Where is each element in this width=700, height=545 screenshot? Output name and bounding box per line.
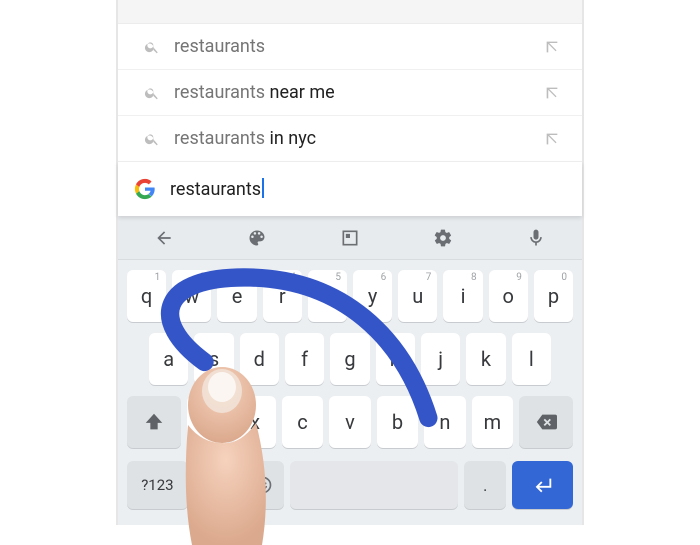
suggestion-item[interactable]: restaurants — [118, 24, 582, 70]
key-k[interactable]: k — [466, 333, 505, 385]
key-l[interactable]: l — [512, 333, 551, 385]
suggestion-text: restaurants near me — [166, 82, 538, 103]
key-y[interactable]: y6 — [353, 270, 392, 322]
key-i[interactable]: i8 — [443, 270, 482, 322]
mic-icon[interactable] — [516, 228, 556, 248]
period-key[interactable]: . — [464, 461, 506, 509]
search-icon — [138, 85, 166, 101]
key-x[interactable]: x — [234, 396, 275, 448]
keyboard: q1w2e3r4t5y6u7i8o9p0 asdfghjkl zxcvbnm ?… — [118, 260, 582, 525]
gear-icon[interactable] — [423, 228, 463, 248]
key-j[interactable]: j — [421, 333, 460, 385]
key-p[interactable]: p0 — [534, 270, 573, 322]
key-a[interactable]: a — [149, 333, 188, 385]
key-b[interactable]: b — [377, 396, 418, 448]
key-r[interactable]: r4 — [263, 270, 302, 322]
symbols-key[interactable]: ?123 — [127, 461, 188, 509]
search-bar[interactable]: restaurants — [118, 162, 582, 216]
square-icon[interactable] — [330, 228, 370, 248]
key-u[interactable]: u7 — [398, 270, 437, 322]
status-bar — [118, 0, 582, 24]
key-row-2: asdfghjkl — [124, 327, 576, 390]
palette-icon[interactable] — [237, 228, 277, 248]
google-logo-icon — [134, 178, 156, 200]
key-s[interactable]: s — [194, 333, 233, 385]
key-h[interactable]: h — [376, 333, 415, 385]
key-w[interactable]: w2 — [172, 270, 211, 322]
search-icon — [138, 131, 166, 147]
space-key[interactable] — [290, 461, 458, 509]
search-input[interactable]: restaurants — [170, 178, 264, 200]
key-row-4: ?123 , . — [124, 454, 576, 517]
keyboard-toolbar — [118, 216, 582, 260]
insert-arrow-icon[interactable] — [538, 131, 566, 147]
key-n[interactable]: n — [424, 396, 465, 448]
key-c[interactable]: c — [282, 396, 323, 448]
comma-key[interactable]: , — [194, 461, 236, 509]
key-row-3: zxcvbnm — [124, 391, 576, 454]
back-arrow-icon[interactable] — [144, 228, 184, 248]
key-g[interactable]: g — [330, 333, 369, 385]
key-t[interactable]: t5 — [308, 270, 347, 322]
key-m[interactable]: m — [472, 396, 513, 448]
insert-arrow-icon[interactable] — [538, 85, 566, 101]
shift-key[interactable] — [127, 396, 181, 448]
text-caret — [262, 178, 264, 198]
key-d[interactable]: d — [240, 333, 279, 385]
key-e[interactable]: e3 — [217, 270, 256, 322]
key-o[interactable]: o9 — [489, 270, 528, 322]
key-row-1: q1w2e3r4t5y6u7i8o9p0 — [124, 264, 576, 327]
key-v[interactable]: v — [329, 396, 370, 448]
search-icon — [138, 39, 166, 55]
suggestion-item[interactable]: restaurants near me — [118, 70, 582, 116]
phone-frame: restaurants restaurants near me restaura… — [116, 0, 584, 525]
suggestion-item[interactable]: restaurants in nyc — [118, 116, 582, 162]
enter-key[interactable] — [512, 461, 573, 509]
emoji-key[interactable] — [242, 461, 284, 509]
key-z[interactable]: z — [187, 396, 228, 448]
suggestion-text: restaurants in nyc — [166, 128, 538, 149]
backspace-key[interactable] — [519, 396, 573, 448]
insert-arrow-icon[interactable] — [538, 39, 566, 55]
suggestion-list: restaurants restaurants near me restaura… — [118, 24, 582, 162]
key-f[interactable]: f — [285, 333, 324, 385]
key-q[interactable]: q1 — [127, 270, 166, 322]
suggestion-text: restaurants — [166, 36, 538, 57]
